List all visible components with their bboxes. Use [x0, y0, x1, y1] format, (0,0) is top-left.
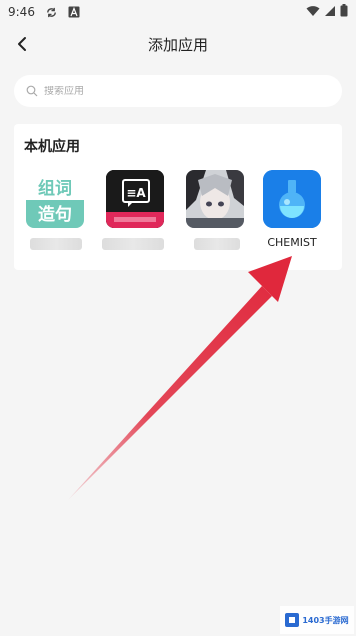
- watermark-logo-icon: [285, 613, 300, 627]
- back-button[interactable]: [8, 30, 36, 58]
- app-icon-anime: [186, 170, 244, 228]
- search-input[interactable]: [44, 85, 304, 97]
- local-apps-title: 本机应用: [24, 139, 80, 155]
- app-item-translate[interactable]: ≡A: [100, 170, 170, 260]
- app-icon-word: 组词 造句: [26, 170, 84, 228]
- app-label-blurred: [30, 238, 82, 250]
- add-app-page: 9:46 添加应用 搜索应用 本机应用 组词 造句 ≡A CHEMIST 140…: [0, 0, 356, 636]
- signal-icon: [324, 5, 336, 20]
- app-label-blurred: [194, 238, 240, 250]
- app-item-anime[interactable]: [180, 170, 250, 260]
- search-icon: [26, 85, 38, 97]
- flask-icon: [263, 170, 321, 228]
- watermark-text: 1403手游网: [302, 615, 349, 625]
- status-time: 9:46: [8, 5, 35, 19]
- sync-icon: [45, 5, 59, 19]
- app-icon-chemist: [263, 170, 321, 228]
- app-item-word[interactable]: 组词 造句: [20, 170, 90, 260]
- header: 添加应用: [0, 26, 356, 62]
- app-item-chemist[interactable]: CHEMIST: [257, 170, 327, 260]
- wifi-icon: [306, 5, 320, 20]
- app-label-blurred: [102, 238, 164, 250]
- status-bar: 9:46: [0, 0, 356, 24]
- svg-text:组词: 组词: [38, 178, 72, 199]
- chevron-left-icon: [18, 37, 26, 51]
- app-label-chemist: CHEMIST: [267, 236, 317, 249]
- search-box[interactable]: [14, 75, 342, 107]
- local-apps-card: 本机应用 组词 造句 ≡A CHEMIST: [14, 124, 342, 270]
- svg-text:造句: 造句: [38, 204, 72, 225]
- status-right-icons: [306, 4, 348, 20]
- a-box-icon: [67, 5, 81, 19]
- page-title: 添加应用: [147, 35, 208, 54]
- watermark: 1403手游网: [280, 606, 354, 634]
- battery-icon: [340, 4, 348, 20]
- app-icon-translate: ≡A: [106, 170, 164, 228]
- svg-text:≡A: ≡A: [126, 186, 146, 200]
